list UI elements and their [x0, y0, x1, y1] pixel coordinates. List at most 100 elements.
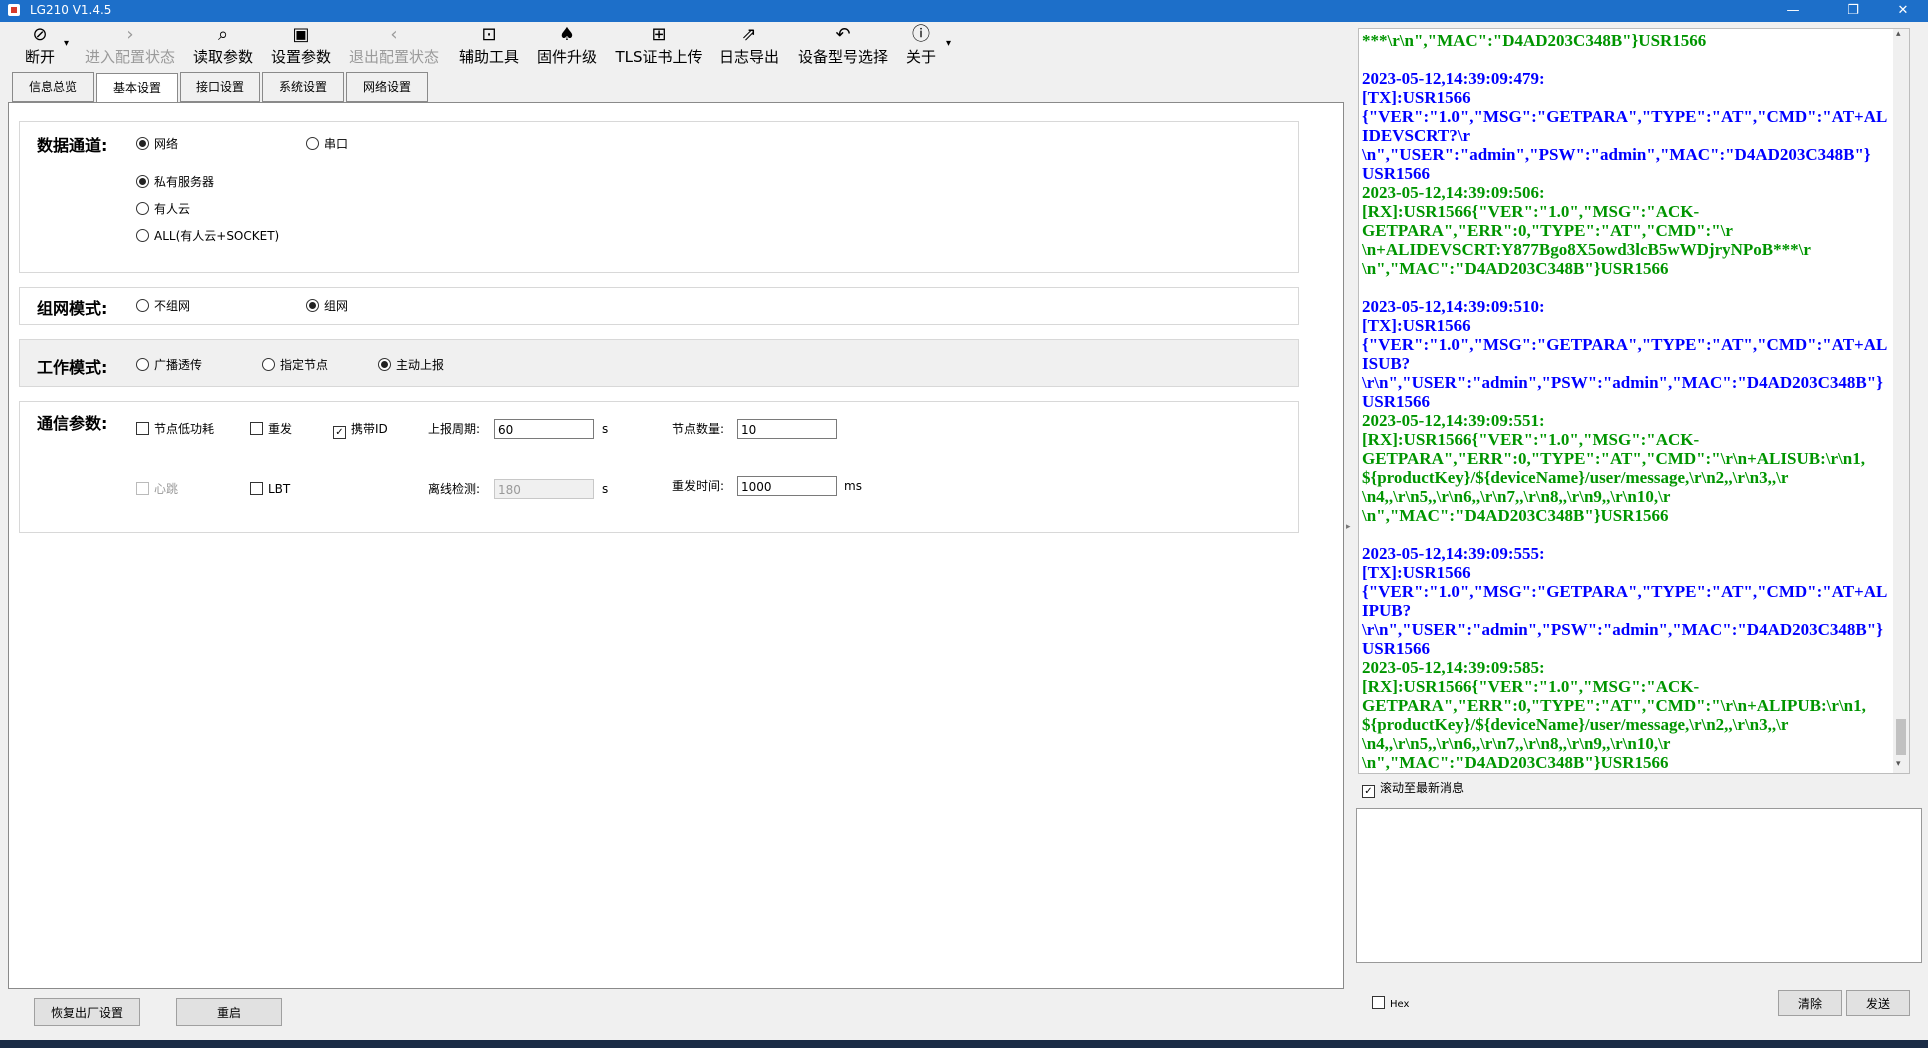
tab-basic-settings[interactable]: 基本设置 [96, 73, 178, 103]
radio-all[interactable]: ALL(有人云+SOCKET) [136, 228, 279, 244]
info-icon: ⓘ [912, 24, 930, 45]
network-mode-group: 组网模式: 不组网 组网 [19, 287, 1299, 325]
radio-indicator [306, 299, 319, 312]
report-period-unit: s [602, 422, 609, 436]
radio-broadcast[interactable]: 广播透传 [136, 357, 202, 373]
device-model-button[interactable]: ↶ 设备型号选择 [794, 24, 892, 68]
message-log[interactable]: ***\r\n","MAC":"D4AD203C348B"}USR1566 20… [1358, 28, 1910, 774]
disconnect-label: 断开 [24, 48, 55, 66]
log-entry-tx: 2023-05-12,14:39:09:555: [TX]:USR1566 {"… [1362, 544, 1888, 658]
radio-active-report[interactable]: 主动上报 [378, 357, 444, 373]
chevron-down-icon[interactable]: ▾ [64, 38, 69, 49]
radio-network[interactable]: 网络 [136, 136, 178, 152]
certificate-icon: ⊞ [651, 24, 667, 45]
radio-indicator [136, 137, 149, 150]
checkbox-resend[interactable]: 重发 [250, 421, 292, 437]
scroll-up-icon[interactable]: ▴ [1896, 29, 1901, 39]
radio-indicator [306, 137, 319, 150]
tab-interface-settings[interactable]: 接口设置 [180, 72, 260, 102]
report-period-input[interactable]: 60 [494, 419, 594, 439]
tab-network-settings[interactable]: 网络设置 [346, 72, 428, 102]
enter-config-button[interactable]: › 进入配置状态 [80, 24, 180, 68]
checkbox-heartbeat[interactable]: 心跳 [136, 481, 178, 497]
set-params-button[interactable]: ▣ 设置参数 [268, 24, 334, 68]
offline-detect-input[interactable]: 180 [494, 479, 594, 499]
radio-usr-cloud[interactable]: 有人云 [136, 201, 190, 217]
offline-detect-label: 离线检测: [428, 482, 481, 496]
send-button[interactable]: 发送 [1846, 990, 1910, 1016]
node-count-input[interactable]: 10 [737, 419, 837, 439]
log-entry-tx: 2023-05-12,14:39:09:510: [TX]:USR1566 {"… [1362, 297, 1888, 411]
work-mode-group: 工作模式: 广播透传 指定节点 主动上报 [19, 339, 1299, 387]
disconnect-button[interactable]: ⊘ 断开 [18, 24, 62, 68]
radio-indicator [262, 358, 275, 371]
checkbox-carry-id[interactable]: ✓ 携带ID [333, 421, 388, 439]
restore-button[interactable]: ❐ [1830, 0, 1876, 22]
firmware-upgrade-button[interactable]: ♠ 固件升级 [534, 24, 600, 68]
chevron-down-icon[interactable]: ▾ [946, 38, 951, 49]
report-period-label: 上报周期: [428, 422, 481, 436]
log-export-button[interactable]: ⇗ 日志导出 [716, 24, 782, 68]
tls-upload-button[interactable]: ⊞ TLS证书上传 [612, 24, 706, 68]
checkbox-indicator [136, 482, 149, 495]
radio-specified-node[interactable]: 指定节点 [262, 357, 328, 373]
checkbox-indicator [136, 422, 149, 435]
tab-overview[interactable]: 信息总览 [12, 72, 94, 102]
read-icon: ⌕ [217, 24, 229, 45]
log-scrollbar[interactable]: ▴ ▾ [1893, 29, 1909, 773]
about-button[interactable]: ⓘ 关于 [904, 24, 938, 68]
log-spacer [1362, 50, 1892, 69]
factory-reset-button[interactable]: 恢复出厂设置 [34, 998, 140, 1026]
resend-time-input[interactable]: 1000 [737, 476, 837, 496]
log-spacer [1362, 525, 1892, 544]
save-icon: ▣ [292, 24, 310, 45]
checkbox-indicator [250, 422, 263, 435]
radio-private-server[interactable]: 私有服务器 [136, 174, 214, 190]
log-spacer [1362, 278, 1892, 297]
aux-tools-label: 辅助工具 [458, 48, 519, 66]
checkbox-lbt[interactable]: LBT [250, 481, 290, 497]
radio-mesh[interactable]: 组网 [306, 298, 348, 314]
device-model-label: 设备型号选择 [797, 48, 888, 66]
node-count-label: 节点数量: [672, 422, 725, 436]
checkbox-indicator [1372, 996, 1385, 1009]
checkbox-low-power[interactable]: 节点低功耗 [136, 421, 214, 437]
tab-system-settings[interactable]: 系统设置 [262, 72, 344, 102]
scroll-down-icon[interactable]: ▾ [1896, 759, 1901, 769]
work-mode-label: 工作模式: [37, 358, 108, 377]
checkbox-scroll-latest[interactable]: ✓ 滚动至最新消息 [1362, 780, 1464, 798]
radio-indicator [378, 358, 391, 371]
scroll-thumb[interactable] [1896, 719, 1906, 755]
set-params-label: 设置参数 [270, 48, 331, 66]
read-params-label: 读取参数 [192, 48, 253, 66]
radio-indicator [136, 175, 149, 188]
undo-arrow-icon: ↶ [835, 24, 851, 45]
disconnect-icon: ⊘ [32, 24, 48, 45]
checkbox-hex[interactable]: Hex [1372, 996, 1409, 1013]
log-entry-tx: 2023-05-12,14:39:09:479: [TX]:USR1566 {"… [1362, 69, 1888, 183]
clear-button[interactable]: 清除 [1778, 990, 1842, 1016]
read-params-button[interactable]: ⌕ 读取参数 [190, 24, 256, 68]
panel-splitter[interactable]: ▸ [1346, 22, 1354, 1032]
send-input[interactable] [1356, 808, 1922, 963]
aux-tools-button[interactable]: ⊡ 辅助工具 [456, 24, 522, 68]
radio-indicator [136, 202, 149, 215]
chevron-right-icon: › [126, 24, 134, 45]
comm-params-group: 通信参数: 节点低功耗 重发 ✓ 携带ID 上报周期: 60 s 节点数量: 10… [19, 401, 1299, 533]
basic-settings-panel: 数据通道: 网络 串口 私有服务器 有人云 ALL(有人云+SOCKET) 组网… [8, 102, 1344, 989]
restart-button[interactable]: 重启 [176, 998, 282, 1026]
radio-indicator [136, 299, 149, 312]
app-icon [8, 4, 20, 16]
network-mode-label: 组网模式: [37, 299, 108, 318]
exit-config-button[interactable]: ‹ 退出配置状态 [344, 24, 444, 68]
checkbox-indicator [250, 482, 263, 495]
window-title: LG210 V1.4.5 [30, 3, 112, 17]
radio-no-mesh[interactable]: 不组网 [136, 298, 190, 314]
close-button[interactable]: ✕ [1880, 0, 1926, 22]
title-bar: LG210 V1.4.5 — ❐ ✕ [0, 0, 1928, 22]
radio-serial[interactable]: 串口 [306, 136, 348, 152]
chevron-left-icon: ‹ [390, 24, 398, 45]
minimize-button[interactable]: — [1770, 0, 1816, 22]
log-entry-rx: 2023-05-12,14:39:09:551: [RX]:USR1566{"V… [1362, 411, 1865, 525]
log-text: ***\r\n","MAC":"D4AD203C348B"}USR1566 20… [1362, 31, 1892, 772]
